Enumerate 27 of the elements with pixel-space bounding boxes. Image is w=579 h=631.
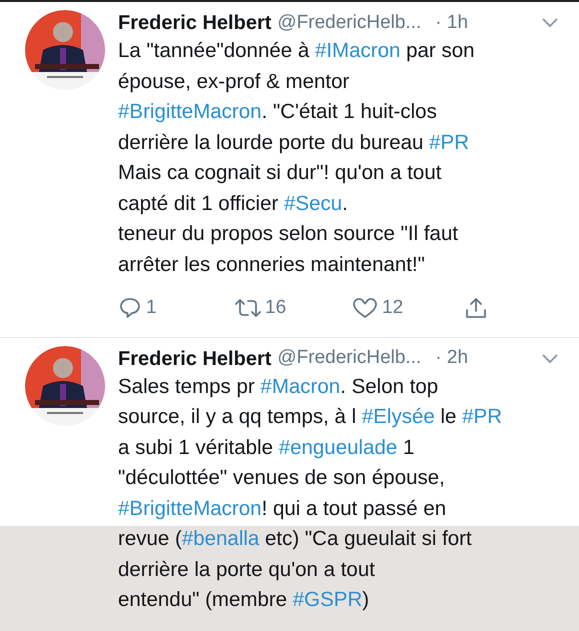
hashtag-link[interactable]: #Macron [260,374,340,398]
hashtag-link[interactable]: #PR [429,130,470,154]
hashtag-link[interactable]: #Elysée [362,405,435,428]
author-handle: @FredericHelb... [277,10,422,35]
author-name[interactable]: Frederic Helbert [118,8,272,38]
hashtag-link[interactable]: #Secu [284,192,342,214]
hashtag-link[interactable]: #BrigitteMacron [118,100,262,123]
hashtag-link[interactable]: #BrigitteMacron [118,496,262,520]
tweet-time: · 1h [435,10,468,35]
author-handle: @FredericHelb... [277,346,422,370]
tweet-text: La "tannée"donnée à #IMacron par son épouse, ex-prof & mentor #BrigitteMacron. "C'était 1 huit-clos derrière la lourde porte du bureau #PR Mais ca cognait si dur"! qu'on a tout capté dit 1 officier #Secu. teneur du propos selon source "Il faut arrêter les conneries maintenant!" [118,38,474,278]
chevron-down-icon[interactable] [541,17,559,29]
hashtag-link[interactable]: #GSPR [292,588,362,611]
reply-icon[interactable] [118,296,142,320]
chevron-down-icon[interactable] [541,352,559,364]
share-icon[interactable] [464,296,488,320]
hashtag-link[interactable]: #IMacron [314,39,400,62]
like-count: 12 [382,296,404,320]
tweet-time: · 2h [435,346,468,370]
retweet-count: 16 [265,296,286,320]
like-icon[interactable] [352,296,378,320]
hashtag-link[interactable]: #benalla [182,527,260,550]
hashtag-link[interactable]: #PR [462,405,502,428]
reply-count: 1 [146,296,157,320]
author-name[interactable]: Frederic Helbert [118,344,272,374]
tweet-text: Sales temps pr #Macron. Selon top source, il y a qq temps, à l #Elysée le #PR a subi 1 véritable #engueulade 1 "déculottée" venues de son épouse, #BrigitteMacron! qui a tout passé en revue (#benalla etc) "Ca gueulait si fort derrière la porte qu'on a tout entendu" (membre #GSPR) [118,374,502,613]
hashtag-link[interactable]: #engueulade [278,436,398,458]
